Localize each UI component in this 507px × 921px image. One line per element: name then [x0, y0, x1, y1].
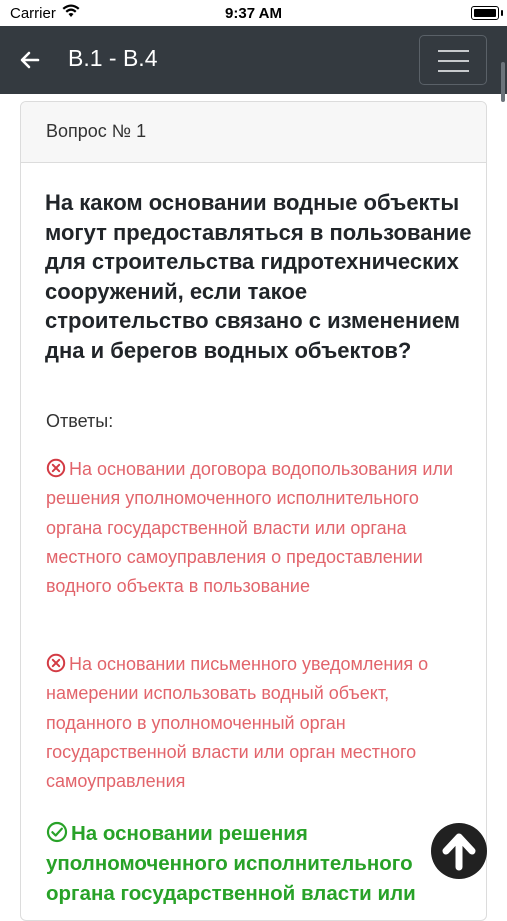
- scroll-indicator: [501, 62, 505, 102]
- close-circle-icon: [46, 458, 66, 478]
- battery-icon: [471, 6, 503, 20]
- answer-text: На основании решения уполномоченного исп…: [46, 822, 416, 905]
- answer-text: На основании договора водопользования ил…: [46, 459, 454, 597]
- menu-toggle-button[interactable]: [419, 35, 487, 85]
- hamburger-icon-line: [438, 50, 469, 52]
- card-header: Вопрос № 1: [21, 102, 486, 163]
- answer-text: На основании письменного уведомления о н…: [46, 654, 429, 792]
- clock: 9:37 AM: [225, 5, 282, 22]
- back-arrow-icon[interactable]: [18, 48, 42, 72]
- hamburger-icon-line: [438, 70, 469, 72]
- question-card: Вопрос № 1 На каком основании водные объ…: [20, 101, 487, 921]
- question-number: Вопрос № 1: [46, 121, 147, 141]
- question-text: На каком основании водные объекты могут …: [45, 190, 472, 363]
- answer-item-correct[interactable]: На основании решения уполномоченного исп…: [46, 819, 471, 909]
- page-title: B.1 - B.4: [68, 45, 158, 71]
- answers-label: Ответы:: [46, 411, 114, 431]
- top-navbar: B.1 - B.4: [0, 26, 507, 102]
- hamburger-icon-line: [438, 60, 469, 62]
- status-bar: Carrier 9:37 AM: [0, 0, 507, 26]
- check-circle-icon: [46, 821, 68, 843]
- close-circle-icon: [46, 653, 66, 673]
- answer-item[interactable]: На основании договора водопользования ил…: [46, 455, 471, 601]
- answer-item[interactable]: На основании письменного уведомления о н…: [46, 650, 471, 796]
- arrow-up-icon: [442, 833, 476, 871]
- scroll-to-top-button[interactable]: [431, 823, 487, 879]
